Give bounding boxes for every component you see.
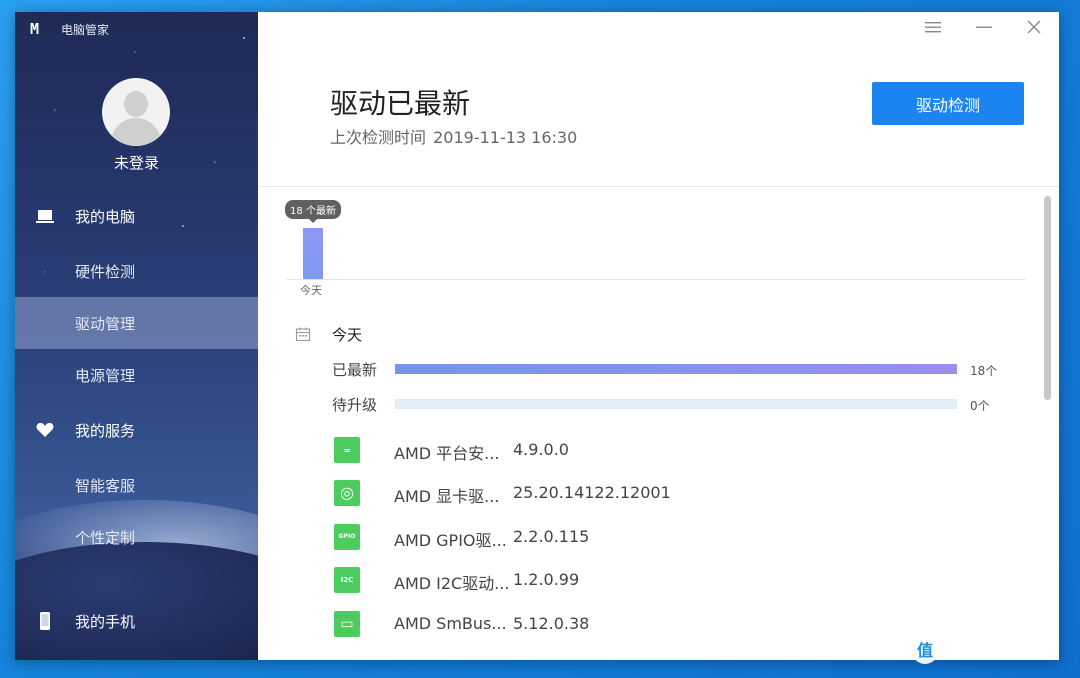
page-title: 驱动已最新 — [330, 87, 471, 120]
driver-version: 4.9.0.0 — [513, 440, 569, 459]
driver-row[interactable]: GPIO AMD GPIO驱... 2.2.0.115 — [334, 523, 1024, 553]
login-status[interactable]: 未登录 — [15, 152, 258, 173]
header-divider — [258, 186, 1059, 187]
stat-track-updated — [395, 364, 957, 374]
stat-count-updated: 18个 — [970, 364, 998, 378]
nav-support[interactable]: 智能客服 — [15, 459, 258, 511]
gpio-icon: GPIO — [334, 524, 360, 550]
app-title: 电脑管家 — [61, 23, 110, 37]
nav-hardware-check[interactable]: 硬件检测 — [15, 245, 258, 297]
scrollbar[interactable] — [1044, 196, 1051, 400]
stat-fill-updated — [395, 364, 957, 374]
avatar-head-shape — [124, 91, 148, 117]
chart-tick-label: 今天 — [300, 284, 322, 297]
nav-my-phone[interactable]: 我的手机 — [15, 595, 258, 647]
driver-row[interactable]: ᚚ AMD 平台安... 4.9.0.0 — [334, 436, 1024, 466]
pc-manager-window: M 电脑管家 未登录 我的电脑 硬件检测 驱动管理 电源管理 我的服务 智能客服… — [15, 12, 1059, 660]
laptop-icon — [36, 210, 54, 223]
stat-label-pending: 待升级 — [332, 396, 378, 414]
watermark-badge: 值 — [912, 638, 938, 664]
nav-my-services-label: 我的服务 — [75, 421, 136, 440]
driver-name: AMD I2C驱动... — [394, 574, 510, 593]
chart-baseline — [286, 279, 1026, 280]
last-check-label: 上次检测时间 — [330, 128, 427, 147]
chip-icon: ᚚ — [334, 437, 360, 463]
menu-icon[interactable] — [921, 20, 945, 38]
nav-my-pc-label: 我的电脑 — [75, 207, 136, 226]
i2c-icon: I2C — [334, 567, 360, 593]
stat-track-pending — [395, 399, 957, 409]
app-logo: M — [30, 20, 39, 38]
day-label: 今天 — [332, 326, 363, 344]
nav-personalize-label: 个性定制 — [75, 528, 136, 547]
graphics-card-icon: ◎ — [334, 480, 360, 506]
nav-my-services[interactable]: 我的服务 — [15, 404, 258, 456]
calendar-icon — [295, 327, 311, 342]
chart-bar-today[interactable] — [303, 228, 323, 279]
driver-name: AMD SmBus... — [394, 614, 507, 633]
nav-hardware-check-label: 硬件检测 — [75, 262, 136, 281]
stat-label-updated: 已最新 — [332, 361, 378, 379]
driver-name: AMD 显卡驱... — [394, 487, 500, 506]
driver-row[interactable]: I2C AMD I2C驱动... 1.2.0.99 — [334, 566, 1024, 596]
driver-version: 5.12.0.38 — [513, 614, 590, 633]
nav-my-pc[interactable]: 我的电脑 — [15, 190, 258, 242]
driver-name: AMD GPIO驱... — [394, 531, 507, 550]
nav-my-phone-label: 我的手机 — [75, 612, 136, 631]
last-check-time: 上次检测时间 2019-11-13 16:30 — [330, 124, 577, 148]
sidebar: M 电脑管家 未登录 我的电脑 硬件检测 驱动管理 电源管理 我的服务 智能客服… — [15, 12, 258, 660]
heart-icon — [36, 422, 54, 437]
driver-row[interactable]: ◎ AMD 显卡驱... 25.20.14122.12001 — [334, 479, 1024, 509]
driver-version: 2.2.0.115 — [513, 527, 590, 546]
nav-power-manage[interactable]: 电源管理 — [15, 349, 258, 401]
watermark: 值什么值得买 — [912, 632, 1054, 664]
nav-personalize[interactable]: 个性定制 — [15, 511, 258, 563]
last-check-value: 2019-11-13 16:30 — [433, 128, 578, 147]
smbus-icon: ▭ — [334, 611, 360, 637]
driver-version: 1.2.0.99 — [513, 570, 580, 589]
watermark-text: 什么值得买 — [944, 638, 1055, 663]
nav-driver-manage-label: 驱动管理 — [75, 314, 136, 333]
avatar[interactable] — [102, 78, 170, 146]
driver-name: AMD 平台安... — [394, 444, 500, 463]
stat-count-pending: 0个 — [970, 399, 990, 413]
main-panel: 驱动已最新 上次检测时间 2019-11-13 16:30 驱动检测 18 个最… — [258, 12, 1059, 660]
minimize-icon[interactable] — [972, 20, 996, 38]
driver-scan-button[interactable]: 驱动检测 — [872, 82, 1024, 125]
chart-data-label: 18 个最新 — [285, 200, 341, 223]
phone-icon — [40, 612, 50, 630]
driver-version: 25.20.14122.12001 — [513, 483, 671, 502]
nav-power-manage-label: 电源管理 — [75, 366, 136, 385]
close-icon[interactable] — [1022, 20, 1046, 38]
nav-driver-manage[interactable]: 驱动管理 — [15, 297, 258, 349]
driver-history-chart: 18 个最新 今天 — [285, 198, 1026, 302]
nav-support-label: 智能客服 — [75, 476, 136, 495]
avatar-body-shape — [111, 118, 161, 146]
